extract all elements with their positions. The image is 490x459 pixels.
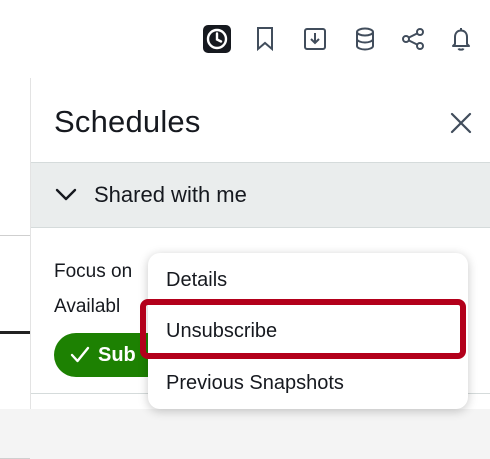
subscribed-button-label: Sub: [98, 343, 136, 366]
clock-icon[interactable]: [200, 22, 234, 56]
background-content-edge: [0, 78, 31, 459]
database-icon[interactable]: [348, 22, 382, 56]
divider: [0, 235, 30, 236]
close-button[interactable]: [445, 107, 477, 139]
shared-with-me-section-toggle[interactable]: Shared with me: [31, 162, 490, 228]
share-icon[interactable]: [396, 22, 430, 56]
schedule-item-name: Focus on: [54, 261, 133, 282]
top-toolbar: [0, 0, 490, 78]
schedule-item-status: Availabl: [54, 296, 121, 317]
section-label: Shared with me: [94, 182, 247, 207]
close-icon: [450, 112, 472, 134]
bookmark-icon[interactable]: [248, 22, 282, 56]
bell-icon[interactable]: [444, 22, 478, 56]
panel-title: Schedules: [54, 104, 201, 139]
menu-item-details[interactable]: Details: [166, 269, 227, 292]
check-icon: [70, 346, 90, 364]
divider: [0, 331, 30, 334]
menu-item-previous-snapshots[interactable]: Previous Snapshots: [166, 372, 344, 395]
highlight-box: [140, 299, 466, 359]
chevron-down-icon: [54, 183, 78, 207]
download-icon[interactable]: [298, 22, 332, 56]
